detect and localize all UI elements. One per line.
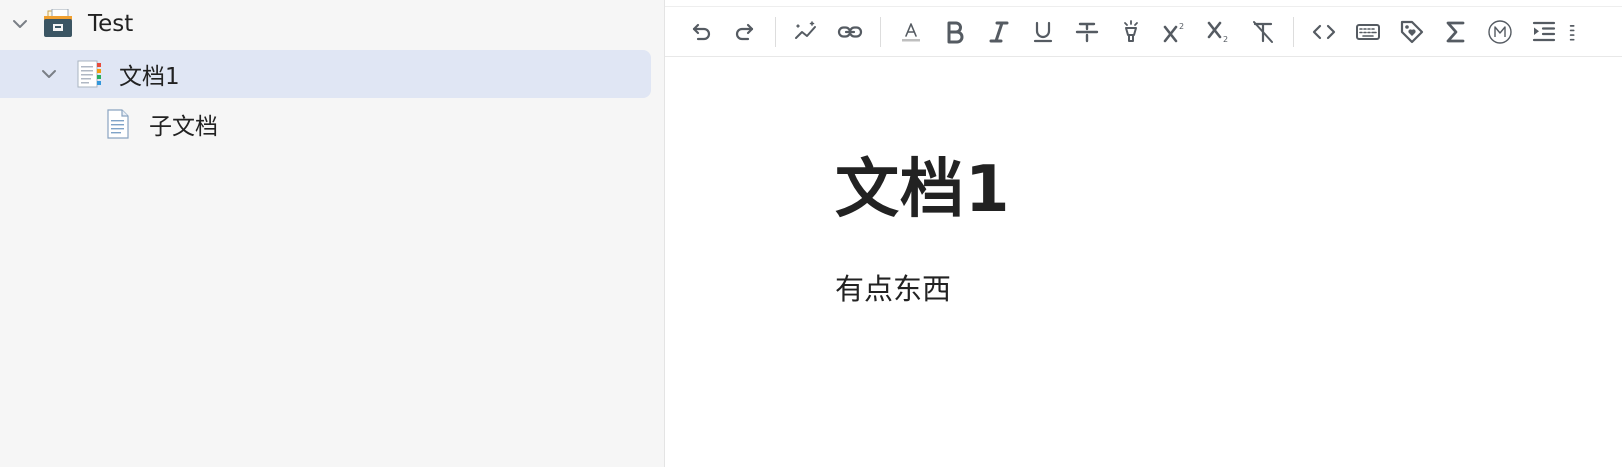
document-tree-sidebar: Test 文档1 子文档 <box>0 0 665 467</box>
code-icon[interactable] <box>1302 12 1346 52</box>
tree-item-notebook-test[interactable]: Test <box>0 0 665 48</box>
list-icon[interactable] <box>1566 12 1586 52</box>
chevron-down-icon[interactable] <box>10 14 30 34</box>
editor-pane: 2 2 文档1 有点东西 <box>665 0 1622 467</box>
page-icon <box>102 108 134 140</box>
document-with-tabs-icon <box>73 58 105 90</box>
font-color-icon[interactable] <box>889 12 933 52</box>
tree-item-subdocument[interactable]: 子文档 <box>0 100 665 148</box>
toolbar-separator <box>880 16 881 47</box>
document-paragraph[interactable]: 有点东西 <box>835 266 951 308</box>
notebook-label: Test <box>88 11 134 37</box>
document-title[interactable]: 文档1 <box>835 138 1011 230</box>
chevron-down-icon[interactable] <box>39 64 59 84</box>
toolbar-separator <box>1293 16 1294 47</box>
tag-icon[interactable] <box>1390 12 1434 52</box>
clear-format-icon[interactable] <box>1241 12 1285 52</box>
subdocument-label: 子文档 <box>149 114 218 140</box>
underline-icon[interactable] <box>1021 12 1065 52</box>
magic-wand-icon[interactable] <box>784 12 828 52</box>
link-icon[interactable] <box>828 12 872 52</box>
subscript-icon[interactable]: 2 <box>1197 12 1241 52</box>
indent-icon[interactable] <box>1522 12 1566 52</box>
formatting-toolbar: 2 2 <box>665 6 1622 57</box>
svg-text:2: 2 <box>1179 22 1184 31</box>
strikethrough-icon[interactable] <box>1065 12 1109 52</box>
tree-item-document-1[interactable]: 文档1 <box>0 50 651 98</box>
svg-text:2: 2 <box>1223 35 1228 44</box>
redo-icon[interactable] <box>723 12 767 52</box>
bold-icon[interactable] <box>933 12 977 52</box>
app-window: Test 文档1 子文档 2 2 文档1 有点东西 <box>0 0 1622 467</box>
circled-m-icon[interactable] <box>1478 12 1522 52</box>
undo-icon[interactable] <box>679 12 723 52</box>
superscript-icon[interactable]: 2 <box>1153 12 1197 52</box>
sigma-icon[interactable] <box>1434 12 1478 52</box>
highlighter-icon[interactable] <box>1109 12 1153 52</box>
toolbar-separator <box>775 16 776 47</box>
document-label: 文档1 <box>119 64 180 90</box>
card-file-box-icon <box>42 8 74 40</box>
keyboard-icon[interactable] <box>1346 12 1390 52</box>
italic-icon[interactable] <box>977 12 1021 52</box>
